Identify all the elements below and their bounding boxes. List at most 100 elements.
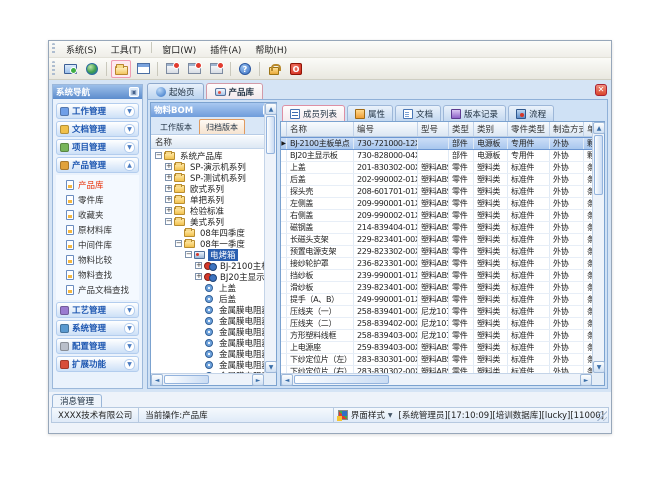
table-scroll-left-icon[interactable]: ◄ xyxy=(281,374,293,386)
menu-item[interactable]: 窗口(W) xyxy=(155,42,203,57)
tree-node[interactable]: +BJ20主显示板 xyxy=(151,271,264,282)
sidebar-section-配置管理[interactable]: 配置管理▼ xyxy=(56,338,139,354)
sidebar-item-物料比较[interactable]: 物料比较 xyxy=(56,252,139,267)
table-row[interactable]: 方形塑料线框258-839403-00X尼龙1010零件塑料类标准件外协条 xyxy=(281,330,592,342)
table-row[interactable]: 探头壳208-601701-01X塑料ABS零件塑料类标准件外协条 xyxy=(281,186,592,198)
message-manager-tab[interactable]: 消息管理 xyxy=(52,394,102,407)
column-header-零件类型[interactable]: 零件类型 xyxy=(508,122,550,136)
menu-item[interactable]: 插件(A) xyxy=(203,42,248,57)
tab-文档[interactable]: 文档 xyxy=(395,105,441,121)
tree-scroll-right-icon[interactable]: ► xyxy=(252,374,264,386)
sidebar-item-零件库[interactable]: 零件库 xyxy=(56,192,139,207)
tree-node[interactable]: 金属膜电阻器 xyxy=(151,337,264,348)
table-row[interactable]: 后盖202-990002-01X塑料ABS零件塑料类标准件外协条 xyxy=(281,174,592,186)
table-row[interactable]: 左侧盖209-990001-01X塑料ABS零件塑料类标准件外协条 xyxy=(281,198,592,210)
column-header-名称[interactable]: 名称 xyxy=(287,122,354,136)
chevron-down-icon[interactable]: ▼ xyxy=(124,359,135,370)
tab-成员列表[interactable]: 成员列表 xyxy=(282,105,345,121)
table-row[interactable]: 长磁头支架229-823401-00X塑料ABS零件塑料类标准件外协条 xyxy=(281,234,592,246)
tree-vertical-scrollbar[interactable]: ▲ ▼ xyxy=(264,103,276,373)
tab-版本记录[interactable]: 版本记录 xyxy=(443,105,506,121)
table-scroll-up-icon[interactable]: ▲ xyxy=(593,122,605,134)
sidebar-section-工艺管理[interactable]: 工艺管理▼ xyxy=(56,302,139,318)
window-del-button[interactable] xyxy=(184,60,204,78)
menu-item[interactable]: 工具(T) xyxy=(104,42,149,57)
power-button[interactable]: O xyxy=(286,60,306,78)
table-vertical-scrollbar[interactable]: ▲ ▼ xyxy=(592,122,604,373)
folder-button[interactable] xyxy=(111,60,131,78)
tree-node[interactable]: −08年一季度 xyxy=(151,238,264,249)
tree-node[interactable]: 金属膜电阻器 xyxy=(151,359,264,370)
resize-grip[interactable] xyxy=(597,411,607,421)
tree-node[interactable]: 金属膜电阻器 xyxy=(151,326,264,337)
menu-item[interactable]: 帮助(H) xyxy=(248,42,294,57)
chevron-up-icon[interactable]: ▲ xyxy=(124,160,135,171)
globe-button[interactable] xyxy=(82,60,102,78)
monitor-button[interactable] xyxy=(60,60,80,78)
expand-icon[interactable]: + xyxy=(165,163,172,170)
interface-style-dropdown[interactable]: 界面样式 xyxy=(351,409,385,421)
tree-node[interactable]: 上盖 xyxy=(151,282,264,293)
sidebar-item-产品库[interactable]: 产品库 xyxy=(56,177,139,192)
tree-node[interactable]: +单把系列 xyxy=(151,194,264,205)
tree-node[interactable]: 金属膜电阻器 xyxy=(151,348,264,359)
sidebar-item-收藏夹[interactable]: 收藏夹 xyxy=(56,207,139,222)
window-new-button[interactable] xyxy=(162,60,182,78)
expand-icon[interactable]: + xyxy=(195,273,202,280)
column-header-型号[interactable]: 型号 xyxy=(418,122,449,136)
collapse-icon[interactable]: − xyxy=(165,218,172,225)
table-row[interactable]: 提手（A、B）249-990001-01X塑料ABS零件塑料类标准件外协条 xyxy=(281,294,592,306)
table-row[interactable]: 滑纱板239-823401-00X塑料ABS零件塑料类标准件外协条 xyxy=(281,282,592,294)
window-edit-button[interactable] xyxy=(206,60,226,78)
tree-node[interactable]: +欧式系列 xyxy=(151,183,264,194)
expand-icon[interactable]: + xyxy=(165,207,172,214)
table-scroll-down-icon[interactable]: ▼ xyxy=(593,361,605,373)
tree-node[interactable]: 08年四季度 xyxy=(151,227,264,238)
expand-icon[interactable]: + xyxy=(165,174,172,181)
table-horizontal-scrollbar[interactable]: ◄ ► xyxy=(281,373,592,385)
table-row[interactable]: 下纱定位片（左）283-830301-00X塑料ABS零件塑料类标准件外协条 xyxy=(281,354,592,366)
tree-node[interactable]: +检验标准 xyxy=(151,205,264,216)
sidebar-item-原材料库[interactable]: 原材料库 xyxy=(56,222,139,237)
tree-node[interactable]: −美式系列 xyxy=(151,216,264,227)
tree-node[interactable]: 金属膜电阻器 xyxy=(151,304,264,315)
tab-归档版本[interactable]: 归档版本 xyxy=(199,119,245,134)
sidebar-section-工作管理[interactable]: 工作管理▼ xyxy=(56,103,139,119)
tree-vscroll-thumb[interactable] xyxy=(266,116,275,154)
collapse-icon[interactable]: − xyxy=(155,152,162,159)
table-hscroll-thumb[interactable] xyxy=(294,375,389,384)
table-row[interactable]: 右侧盖209-990002-01X塑料ABS零件塑料类标准件外协条 xyxy=(281,210,592,222)
expand-icon[interactable]: + xyxy=(195,262,202,269)
column-header-编号[interactable]: 编号 xyxy=(354,122,418,136)
sidebar-item-物料查找[interactable]: 物料查找 xyxy=(56,267,139,282)
sidebar-section-项目管理[interactable]: 项目管理▼ xyxy=(56,139,139,155)
tab-流程[interactable]: 流程 xyxy=(508,105,554,121)
sidebar-section-产品管理[interactable]: 产品管理▲ xyxy=(56,157,139,173)
tree-node[interactable]: +BJ-2100主板单点 xyxy=(151,260,264,271)
column-header-单位[interactable]: 单位 xyxy=(584,122,592,136)
tree-scroll-up-icon[interactable]: ▲ xyxy=(265,103,277,115)
table-row[interactable]: 上盖201-830302-00X塑料ABS零件塑料类标准件外协条 xyxy=(281,162,592,174)
tab-工作版本[interactable]: 工作版本 xyxy=(153,119,199,134)
table-row[interactable]: 接纱轮护罩236-823301-00X塑料ABS零件塑料类标准件外协条 xyxy=(281,258,592,270)
tree-scroll-down-icon[interactable]: ▼ xyxy=(265,361,277,373)
sidebar-item-中间件库[interactable]: 中间件库 xyxy=(56,237,139,252)
expand-icon[interactable]: + xyxy=(165,185,172,192)
collapse-icon[interactable]: − xyxy=(175,240,182,247)
expand-icon[interactable]: + xyxy=(165,196,172,203)
close-tab-button[interactable]: ✕ xyxy=(595,84,607,96)
layout-button[interactable] xyxy=(133,60,153,78)
sidebar-section-文档管理[interactable]: 文档管理▼ xyxy=(56,121,139,137)
sidebar-section-扩展功能[interactable]: 扩展功能▼ xyxy=(56,356,139,372)
menu-grip[interactable] xyxy=(52,43,55,54)
chevron-down-icon[interactable]: ▼ xyxy=(388,412,393,419)
tab-起始页[interactable]: 起始页 xyxy=(147,83,204,99)
chevron-down-icon[interactable]: ▼ xyxy=(124,323,135,334)
menu-item[interactable]: 系统(S) xyxy=(59,42,104,57)
table-row[interactable]: BJ20主显示板730-828000-04X部件电源板专用件外协颗 xyxy=(281,150,592,162)
lock-button[interactable] xyxy=(264,60,284,78)
table-vscroll-thumb[interactable] xyxy=(594,135,603,195)
table-row[interactable]: ▶BJ-2100主板单点730-721000-12X部件电源板专用件外协颗 xyxy=(281,137,592,150)
table-row[interactable]: 上电源座259-839403-00X塑料ABS零件塑料类标准件外协条 xyxy=(281,342,592,354)
chevron-down-icon[interactable]: ▼ xyxy=(124,142,135,153)
